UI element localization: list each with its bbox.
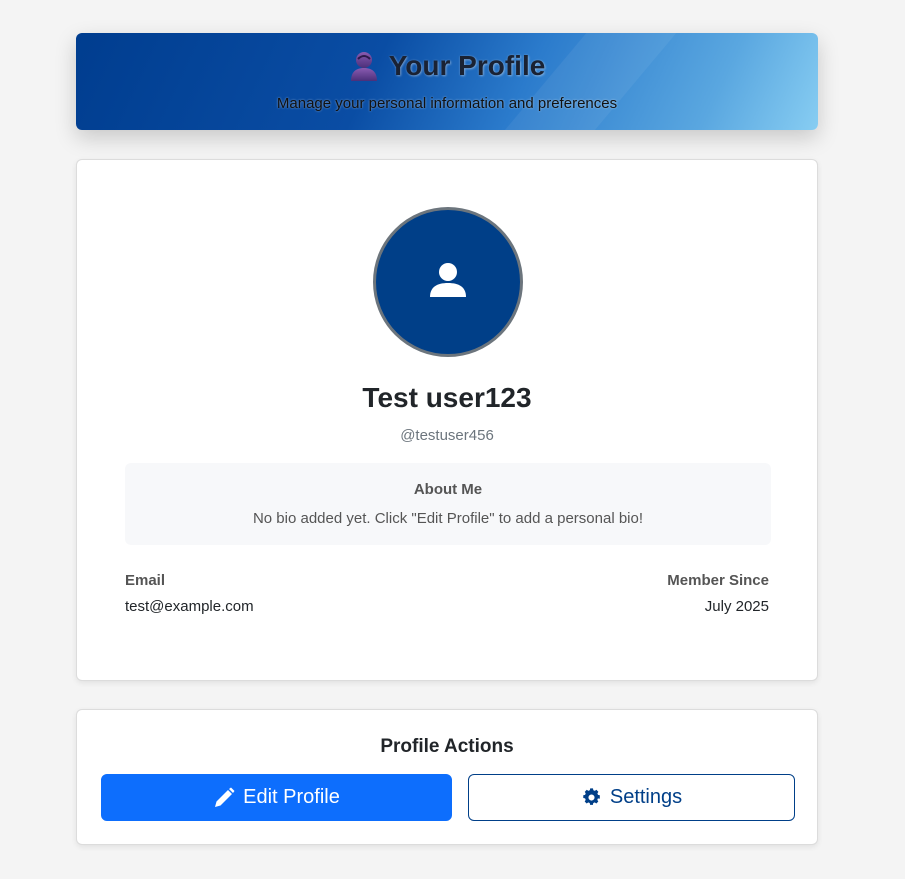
user-silhouette-icon bbox=[349, 50, 379, 82]
edit-profile-label: Edit Profile bbox=[243, 786, 340, 808]
profile-card: Test user123 @testuser456 About Me No bi… bbox=[76, 159, 818, 681]
about-title: About Me bbox=[413, 481, 483, 498]
member-since-value: July 2025 bbox=[704, 598, 769, 615]
header-banner: Your Profile Manage your personal inform… bbox=[76, 33, 818, 130]
page-subtitle: Manage your personal information and pre… bbox=[276, 95, 618, 112]
profile-page: Your Profile Manage your personal inform… bbox=[0, 0, 905, 879]
username: @testuser456 bbox=[400, 427, 494, 444]
user-icon bbox=[429, 261, 467, 304]
avatar bbox=[373, 207, 523, 357]
actions-title: Profile Actions bbox=[380, 736, 514, 757]
email-value: test@example.com bbox=[125, 598, 254, 615]
edit-profile-button[interactable]: Edit Profile bbox=[101, 774, 452, 821]
gear-icon bbox=[581, 787, 602, 808]
display-name: Test user123 bbox=[362, 382, 532, 413]
about-text: No bio added yet. Click "Edit Profile" t… bbox=[252, 510, 644, 527]
header-title-row: Your Profile bbox=[76, 50, 818, 82]
pencil-icon bbox=[213, 787, 235, 809]
email-label: Email bbox=[125, 572, 166, 589]
page-title: Your Profile bbox=[388, 50, 546, 81]
profile-actions-card: Profile Actions Edit Profile Settings bbox=[76, 709, 818, 845]
settings-button[interactable]: Settings bbox=[468, 774, 795, 821]
settings-label: Settings bbox=[609, 786, 683, 808]
member-since-label: Member Since bbox=[667, 572, 769, 589]
about-section: About Me No bio added yet. Click "Edit P… bbox=[125, 463, 771, 545]
